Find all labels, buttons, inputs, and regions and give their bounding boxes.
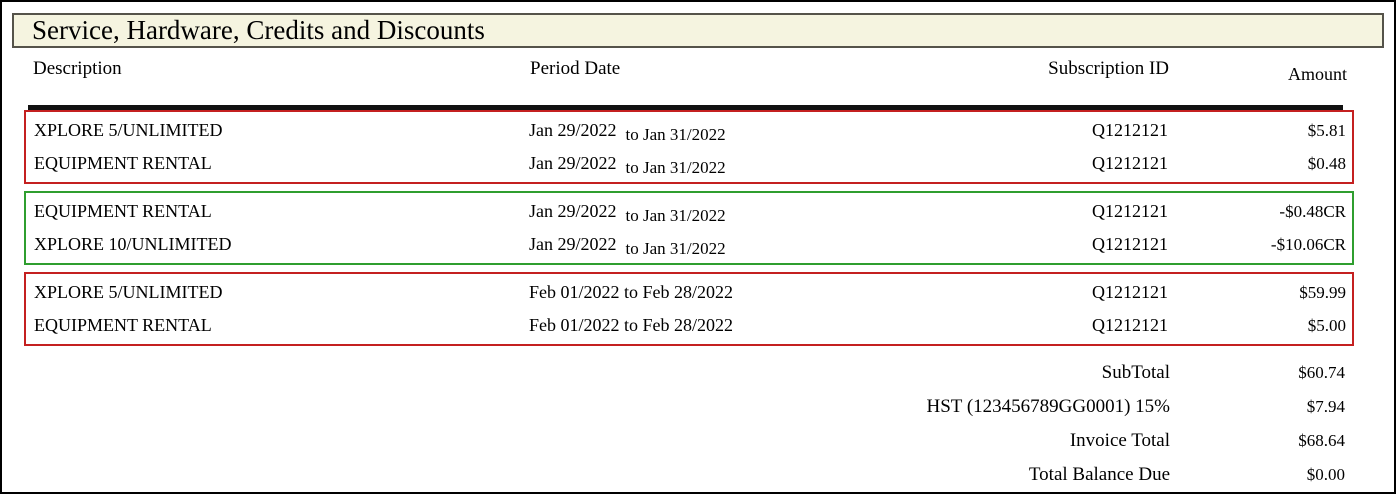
row-subscription-id: Q1212121	[1092, 234, 1168, 254]
row-amount: -$10.06CR	[1270, 234, 1346, 254]
table-row: XPLORE 5/UNLIMITED Jan 29/2022 to Jan 31/…	[26, 114, 1352, 147]
row-amount: $59.99	[1299, 282, 1346, 302]
row-period-date: Jan 29/2022 to Jan 31/2022	[529, 201, 874, 225]
row-description: XPLORE 5/UNLIMITED	[34, 120, 223, 140]
row-period-date: Jan 29/2022 to Jan 31/2022	[529, 234, 874, 258]
period-end: to Jan 31/2022	[625, 125, 726, 144]
row-amount: -$0.48CR	[1279, 201, 1346, 221]
period-end: to Jan 31/2022	[625, 239, 726, 258]
period-end: to Jan 31/2022	[625, 158, 726, 177]
summary-amount: $60.74	[1298, 363, 1345, 382]
summary: SubTotal $60.74 HST (123456789GG0001) 15…	[35, 356, 1345, 492]
summary-amount: $7.94	[1306, 397, 1345, 416]
summary-row-total-balance-due: Total Balance Due $0.00	[35, 458, 1345, 492]
row-subscription-id: Q1212121	[1092, 153, 1168, 173]
summary-row-invoice-total: Invoice Total $68.64	[35, 424, 1345, 458]
row-description: EQUIPMENT RENTAL	[34, 201, 212, 221]
period-start: Feb 01/2022 to Feb 28/2022	[529, 315, 734, 335]
period-end: to Jan 31/2022	[625, 206, 726, 225]
table-row: EQUIPMENT RENTAL Jan 29/2022 to Jan 31/20…	[26, 147, 1352, 180]
row-description: XPLORE 5/UNLIMITED	[34, 282, 223, 302]
period-start: Jan 29/2022	[529, 234, 617, 254]
period-start: Jan 29/2022	[529, 153, 617, 173]
table-row: XPLORE 10/UNLIMITED Jan 29/2022 to Jan 31…	[26, 228, 1352, 261]
summary-row-subtotal: SubTotal $60.74	[35, 356, 1345, 390]
table-header: Description Period Date Subscription ID …	[33, 57, 1347, 86]
column-header-subscription-id: Subscription ID	[1048, 58, 1169, 79]
row-amount: $5.81	[1307, 120, 1346, 140]
row-amount: $0.48	[1307, 153, 1346, 173]
row-subscription-id: Q1212121	[1092, 315, 1168, 335]
row-period-date: Jan 29/2022 to Jan 31/2022	[529, 120, 874, 144]
summary-label: SubTotal	[1101, 362, 1170, 383]
period-start: Feb 01/2022 to Feb 28/2022	[529, 282, 734, 302]
charge-group-feb: XPLORE 5/UNLIMITED Feb 01/2022 to Feb 28…	[24, 272, 1354, 346]
row-amount: $5.00	[1307, 315, 1346, 335]
summary-label: Total Balance Due	[1028, 464, 1170, 485]
row-description: XPLORE 10/UNLIMITED	[34, 234, 232, 254]
period-start: Jan 29/2022	[529, 120, 617, 140]
row-description: EQUIPMENT RENTAL	[34, 153, 212, 173]
table-row: EQUIPMENT RENTAL Feb 01/2022 to Feb 28/2…	[26, 309, 1352, 342]
section-title: Service, Hardware, Credits and Discounts	[32, 15, 485, 45]
row-description: EQUIPMENT RENTAL	[34, 315, 212, 335]
row-period-date: Feb 01/2022 to Feb 28/2022	[529, 282, 874, 303]
column-header-period-date: Period Date	[530, 58, 621, 79]
section-title-bar: Service, Hardware, Credits and Discounts	[12, 13, 1384, 48]
row-subscription-id: Q1212121	[1092, 282, 1168, 302]
column-header-amount: Amount	[1287, 64, 1347, 84]
row-subscription-id: Q1212121	[1092, 120, 1168, 140]
summary-label: Invoice Total	[1069, 430, 1170, 451]
summary-label: HST (123456789GG0001) 15%	[926, 396, 1170, 417]
summary-amount: $68.64	[1298, 431, 1345, 450]
column-header-description: Description	[33, 58, 122, 79]
row-subscription-id: Q1212121	[1092, 201, 1168, 221]
invoice-section: Service, Hardware, Credits and Discounts…	[0, 0, 1396, 494]
credit-group-jan: EQUIPMENT RENTAL Jan 29/2022 to Jan 31/20…	[24, 191, 1354, 265]
summary-amount: $0.00	[1306, 465, 1345, 484]
table-row: XPLORE 5/UNLIMITED Feb 01/2022 to Feb 28…	[26, 276, 1352, 309]
charge-group-jan: XPLORE 5/UNLIMITED Jan 29/2022 to Jan 31/…	[24, 110, 1354, 184]
table-row: EQUIPMENT RENTAL Jan 29/2022 to Jan 31/20…	[26, 195, 1352, 228]
summary-row-hst: HST (123456789GG0001) 15% $7.94	[35, 390, 1345, 424]
row-period-date: Jan 29/2022 to Jan 31/2022	[529, 153, 874, 177]
row-period-date: Feb 01/2022 to Feb 28/2022	[529, 315, 874, 336]
period-start: Jan 29/2022	[529, 201, 617, 221]
